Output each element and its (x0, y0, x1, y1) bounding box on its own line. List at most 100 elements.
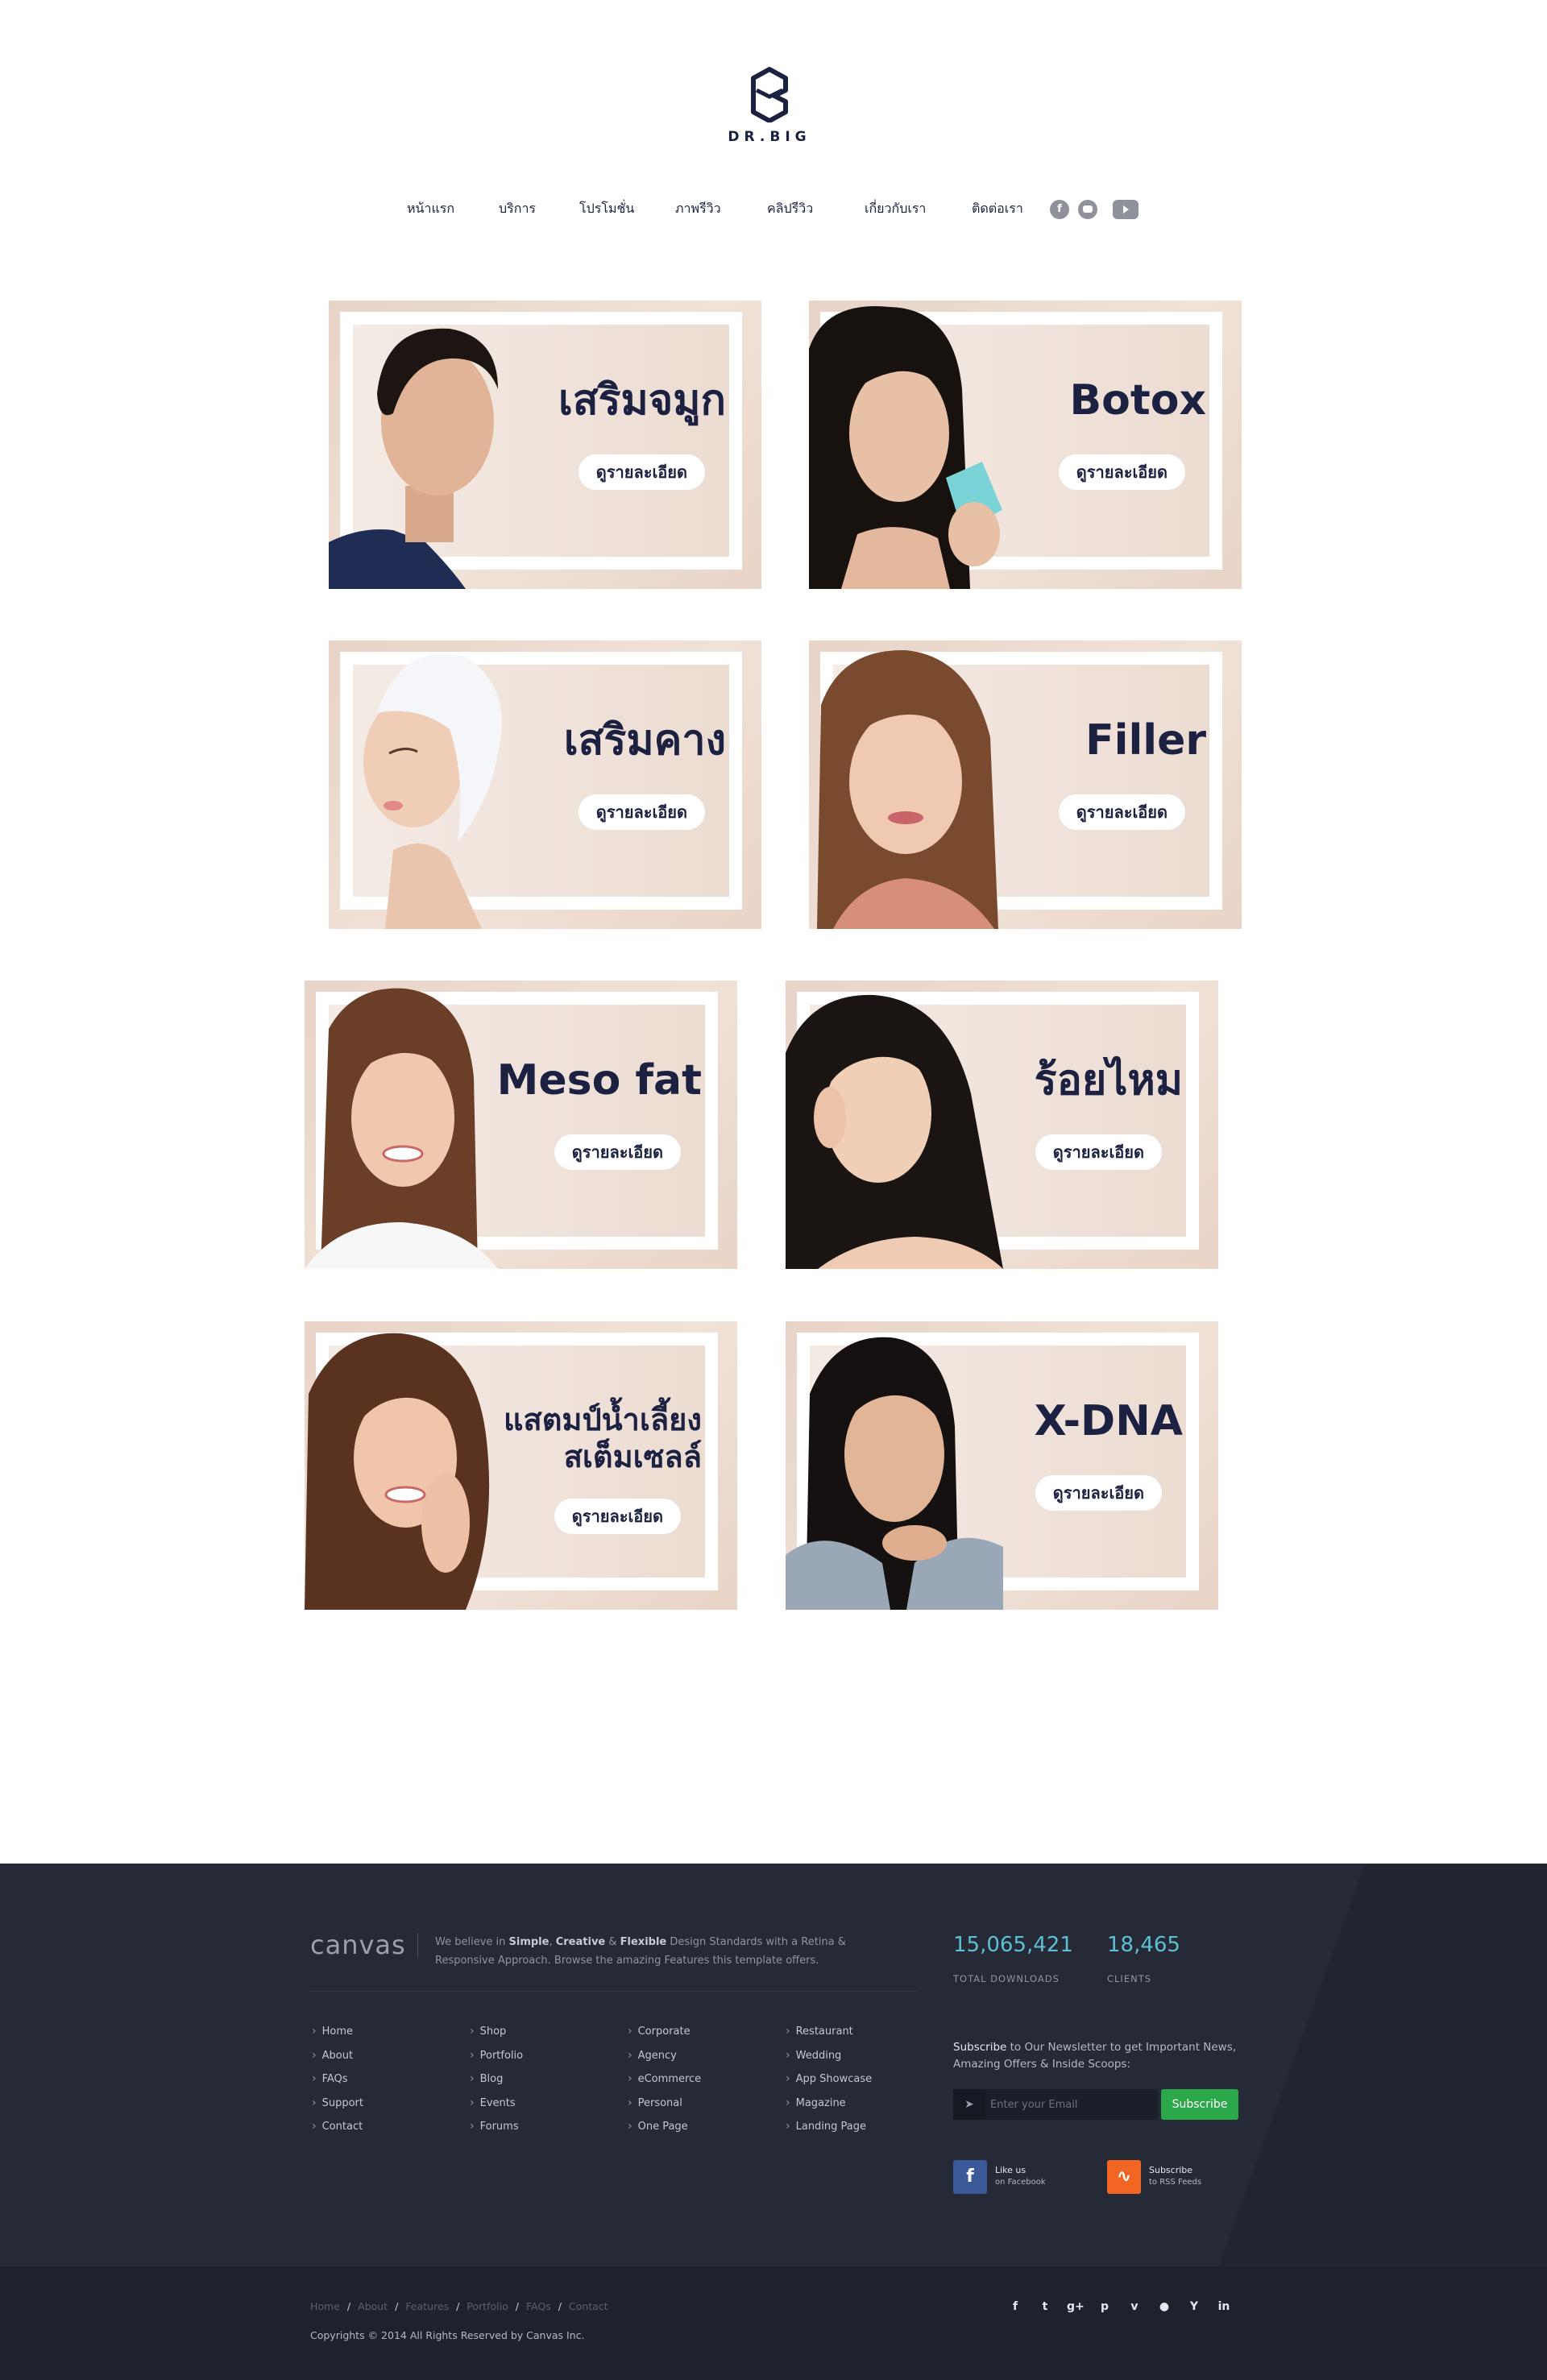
footer-link[interactable]: Wedding (786, 2044, 872, 2068)
footer-bottom-links: Home / About / Features / Portfolio / FAQs / Conta… (310, 2300, 608, 2312)
footer-link[interactable]: Blog (470, 2067, 523, 2092)
view-details-button[interactable]: ดูรายละเอียด (554, 1499, 681, 1534)
model-photo (809, 641, 1026, 929)
service-title: Filler (1085, 716, 1206, 765)
nav-item-photo-reviews[interactable]: ภาพรีวิว (675, 197, 721, 221)
service-title-line-1: แสตมป์น้ำเลี้ยง (504, 1402, 702, 1437)
nav-item-clip-reviews[interactable]: คลิปรีวิว (767, 197, 813, 221)
model-photo (786, 1321, 1003, 1610)
service-card-meso-fat[interactable]: Meso fat ดูรายละเอียด (305, 981, 737, 1269)
main-nav: หน้าแรก บริการ โปรโมชั่น ภาพรีวิว คลิปรี… (0, 197, 1547, 221)
view-details-button[interactable]: ดูรายละเอียด (1035, 1475, 1162, 1511)
footer-link[interactable]: App Showcase (786, 2067, 873, 2092)
model-photo (305, 1321, 522, 1610)
bottom-link[interactable]: Portfolio (467, 2300, 508, 2312)
footer-link[interactable]: eCommerce (628, 2067, 702, 2092)
vimeo-icon[interactable]: v (1126, 2299, 1143, 2315)
service-card-stem-cell[interactable]: แสตมป์น้ำเลี้ยง สเต็มเซลล์ ดูรายละเอียด (305, 1321, 737, 1610)
service-card-x-dna[interactable]: X-DNA ดูรายละเอียด (786, 1321, 1218, 1610)
google-plus-icon[interactable]: g+ (1067, 2299, 1085, 2315)
line-icon[interactable] (1078, 200, 1097, 219)
footer-link[interactable]: FAQs (312, 2067, 363, 2092)
model-photo (329, 641, 546, 929)
facebook-icon[interactable]: f (1050, 200, 1069, 219)
footer-link[interactable]: Forums (470, 2115, 523, 2139)
stat-total-downloads-value: 15,065,421 (953, 1933, 1073, 1957)
twitter-icon[interactable]: t (1037, 2299, 1053, 2315)
footer-link[interactable]: Personal (628, 2092, 701, 2116)
logo-mark-icon (751, 67, 788, 122)
view-details-button[interactable]: ดูรายละเอียด (578, 794, 705, 830)
stat-clients-value: 18,465 (1107, 1933, 1180, 1957)
footer-links-column-4: Restaurant Wedding App Showcase Magazine… (786, 2020, 873, 2139)
footer-link[interactable]: Events (470, 2092, 523, 2116)
nav-item-promotions[interactable]: โปรโมชั่น (579, 197, 634, 221)
service-card-rhinoplasty[interactable]: เสริมจมูก ดูรายละเอียด (329, 301, 761, 589)
view-details-button[interactable]: ดูรายละเอียด (1058, 454, 1185, 490)
nav-item-contact[interactable]: ติดต่อเรา (972, 197, 1023, 221)
pinterest-icon[interactable]: p (1097, 2299, 1113, 2315)
service-card-chin[interactable]: เสริมคาง ดูรายละเอียด (329, 641, 761, 929)
linkedin-icon[interactable]: in (1216, 2299, 1232, 2315)
footer-tagline: We believe in Simple, Creative & Flexibl… (435, 1936, 846, 1967)
footer-link[interactable]: One Page (628, 2115, 701, 2139)
site-logo[interactable]: DR.BIG (717, 58, 822, 159)
view-details-button[interactable]: ดูรายละเอียด (1035, 1134, 1162, 1170)
model-photo (786, 981, 1003, 1269)
bottom-link[interactable]: Home (310, 2300, 340, 2312)
footer-link[interactable]: Agency (628, 2044, 701, 2068)
bottom-link[interactable]: About (358, 2300, 388, 2312)
service-title-line-2: สเต็มเซลล์ (563, 1438, 702, 1474)
youtube-icon[interactable] (1113, 200, 1138, 219)
footer-link[interactable]: Magazine (786, 2092, 872, 2116)
subscribe-button[interactable]: Subscribe (1161, 2089, 1238, 2120)
service-card-thread-lift[interactable]: ร้อยไหม ดูรายละเอียด (786, 981, 1218, 1269)
email-input[interactable] (990, 2089, 1151, 2120)
bottom-link[interactable]: Features (405, 2300, 449, 2312)
bottom-link[interactable]: FAQs (526, 2300, 551, 2312)
nav-item-services[interactable]: บริการ (499, 197, 536, 221)
service-title: ร้อยไหม (1034, 1056, 1183, 1105)
facebook-icon[interactable]: f (1007, 2299, 1023, 2315)
footer-link[interactable]: Restaurant (786, 2020, 872, 2044)
model-photo (329, 301, 546, 589)
footer-links-column-2: Shop Portfolio Blog Events Forums (470, 2020, 523, 2139)
footer-link[interactable]: Corporate (628, 2020, 701, 2044)
footer-link[interactable]: About (312, 2044, 363, 2068)
footer-link[interactable]: Home (312, 2020, 363, 2044)
facebook-icon: f (953, 2160, 987, 2194)
model-photo (305, 981, 522, 1269)
service-title: แสตมป์น้ำเลี้ยง สเต็มเซลล์ (504, 1402, 702, 1475)
rss-icon: ∿ (1107, 2160, 1141, 2194)
service-title: เสริมคาง (563, 716, 726, 765)
copyright-text: Copyrights © 2014 All Rights Reserved by… (310, 2329, 585, 2341)
footer-link[interactable]: Support (312, 2092, 363, 2116)
service-title: Botox (1069, 376, 1206, 425)
view-details-button[interactable]: ดูรายละเอียด (554, 1134, 681, 1170)
view-details-button[interactable]: ดูรายละเอียด (578, 454, 705, 490)
stat-total-downloads-label: TOTAL DOWNLOADS (953, 1973, 1060, 1984)
model-photo (809, 301, 1026, 589)
nav-item-about[interactable]: เกี่ยวกับเรา (865, 197, 926, 221)
newsletter-form: ➤ (953, 2089, 1158, 2120)
bottom-link[interactable]: Contact (569, 2300, 608, 2312)
newsletter-text: Subscribe to Our Newsletter to get Impor… (953, 2041, 1237, 2071)
service-card-filler[interactable]: Filler ดูรายละเอียด (809, 641, 1242, 929)
footer-link[interactable]: Portfolio (470, 2044, 523, 2068)
service-title: X-DNA (1034, 1397, 1183, 1445)
stat-clients-label: CLIENTS (1107, 1973, 1152, 1984)
yahoo-icon[interactable]: Y (1186, 2299, 1202, 2315)
send-icon: ➤ (953, 2089, 985, 2120)
footer-links-column-3: Corporate Agency eCommerce Personal One … (628, 2020, 702, 2139)
footer-link[interactable]: Shop (470, 2020, 523, 2044)
service-card-botox[interactable]: Botox ดูรายละเอียด (809, 301, 1242, 589)
nav-item-home[interactable]: หน้าแรก (407, 197, 454, 221)
logo-text: DR.BIG (728, 129, 811, 145)
copyrights-bar: Home / About / Features / Portfolio / FAQs / Conta… (0, 2266, 1547, 2380)
service-title: เสริมจมูก (558, 376, 726, 425)
github-icon[interactable]: ● (1156, 2299, 1172, 2315)
view-details-button[interactable]: ดูรายละเอียด (1058, 794, 1185, 830)
footer-link[interactable]: Landing Page (786, 2115, 872, 2139)
footer-link[interactable]: Contact (312, 2115, 363, 2139)
footer-brand-logo[interactable]: canvas (310, 1930, 406, 1960)
